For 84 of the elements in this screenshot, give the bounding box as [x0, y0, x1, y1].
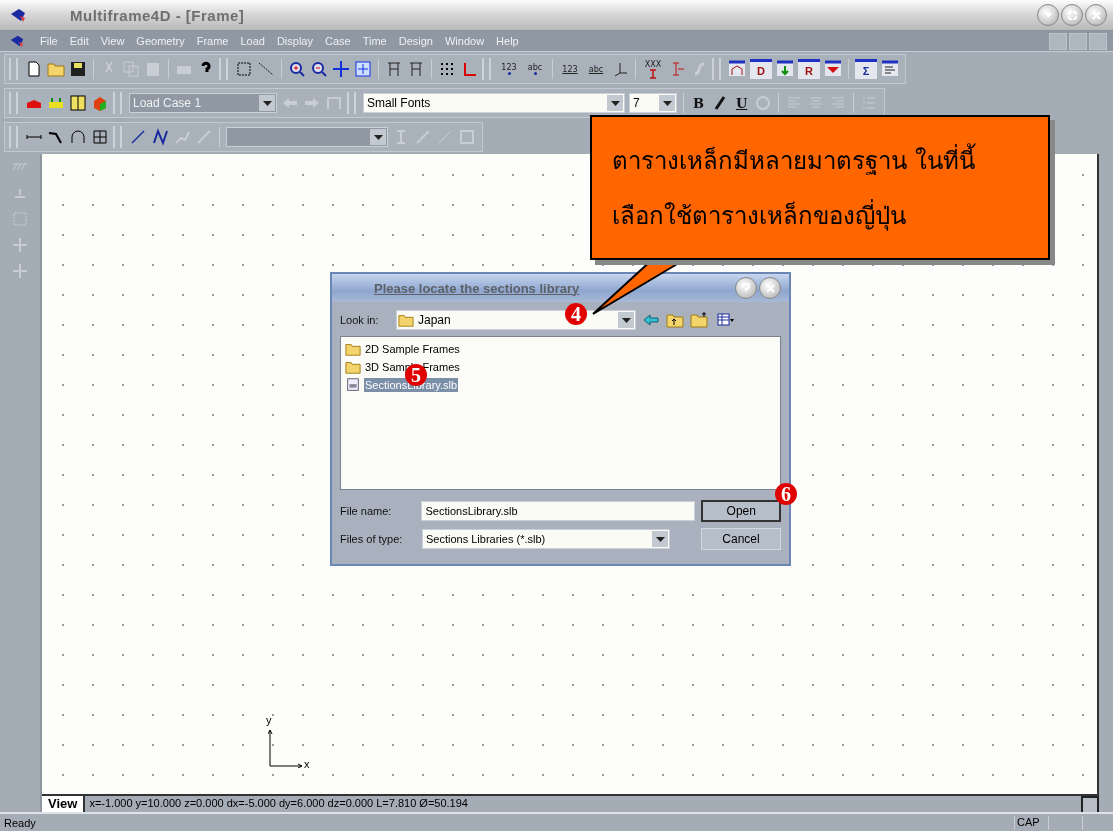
file-name-label: File name: — [340, 505, 393, 517]
minimize-button[interactable] — [1049, 32, 1067, 50]
view-tab[interactable]: View — [42, 796, 86, 812]
font-size-dropdown[interactable]: 7 — [629, 93, 677, 113]
coordinates-readout: x=-1.000 y=10.000 z=0.000 dx=-5.000 dy=6.000 dz=0.000 L=7.810 Ø=50.194 — [88, 796, 468, 811]
toolbar-grip[interactable] — [9, 92, 18, 114]
zoom-out-icon[interactable] — [310, 60, 328, 78]
fit-view-icon[interactable] — [354, 60, 372, 78]
file-type-label: Files of type: — [340, 533, 404, 545]
list-entry[interactable]: 2D Sample Frames — [364, 341, 461, 356]
window-title: Multiframe4D - [Frame] — [70, 6, 245, 24]
i-beam-icon — [649, 68, 657, 79]
axis-label: y — [266, 714, 272, 726]
design-tool-button[interactable]: D — [750, 59, 772, 79]
polyline-icon[interactable] — [151, 128, 169, 146]
close-button[interactable] — [759, 277, 781, 299]
look-in-label: Look in: — [340, 314, 380, 326]
dropdown-arrow-icon[interactable] — [373, 134, 383, 140]
design-tool-button[interactable]: Σ — [855, 59, 877, 79]
dot-icon — [507, 72, 511, 75]
panel-icon[interactable] — [69, 94, 87, 112]
dot-icon — [533, 72, 537, 75]
axis-label: x — [304, 758, 310, 770]
toolbar-grip[interactable] — [712, 58, 721, 80]
label-tool-button[interactable]: 123 — [498, 58, 520, 80]
close-button[interactable] — [1089, 32, 1107, 50]
font-dropdown[interactable]: Small Fonts — [363, 93, 625, 113]
new-file-icon[interactable] — [25, 60, 43, 78]
open-button[interactable]: Open — [701, 500, 781, 522]
close-button[interactable] — [1085, 4, 1107, 26]
save-icon[interactable] — [69, 60, 87, 78]
back-arrow-icon[interactable] — [642, 311, 660, 329]
toolbar-grip[interactable] — [219, 58, 228, 80]
help-button[interactable] — [735, 277, 757, 299]
dropdown-arrow-icon[interactable] — [610, 100, 620, 106]
line-icon[interactable] — [129, 128, 147, 146]
up-folder-icon[interactable] — [666, 311, 684, 329]
toolbar-grip[interactable] — [482, 58, 491, 80]
close-icon — [1091, 10, 1101, 20]
zoom-in-icon[interactable] — [288, 60, 306, 78]
file-type-dropdown[interactable]: Sections Libraries (*.slb) — [422, 529, 670, 549]
toolbar-grip[interactable] — [9, 126, 18, 148]
frame-icon[interactable] — [325, 94, 343, 112]
label-tool-button[interactable]: XXX — [642, 58, 664, 80]
move-arrows-icon[interactable] — [332, 60, 350, 78]
axes-drawing — [268, 728, 304, 768]
down-triangle-icon — [1043, 10, 1053, 20]
dot-grid-icon[interactable] — [438, 60, 456, 78]
dropdown-arrow-icon[interactable] — [662, 100, 672, 106]
grid-icon[interactable] — [91, 128, 109, 146]
folder-icon — [397, 312, 415, 328]
arch-icon[interactable] — [69, 128, 87, 146]
help-icon — [742, 283, 750, 293]
label-tool-button[interactable]: 123 — [559, 58, 581, 80]
maximize-button[interactable] — [1061, 4, 1083, 26]
file-icon — [344, 376, 362, 393]
new-folder-icon[interactable] — [690, 311, 708, 329]
expand-icon — [1067, 10, 1077, 20]
dropdown-arrow-icon[interactable] — [621, 317, 631, 323]
status-indicator: CAP — [1014, 815, 1045, 830]
dropdown-arrow-icon[interactable] — [655, 536, 665, 542]
dialog-title: Please locate the sections library — [374, 280, 580, 296]
cancel-button[interactable]: Cancel — [701, 528, 781, 550]
bold-button[interactable]: B — [690, 95, 707, 111]
minimize-button[interactable] — [1037, 4, 1059, 26]
file-name-field[interactable]: SectionsLibrary.slb — [421, 501, 696, 521]
design-tool-button[interactable]: R — [798, 59, 820, 79]
selection-rectangle-icon[interactable] — [235, 60, 253, 78]
toolbar-grip[interactable] — [347, 92, 356, 114]
status-text: Ready — [4, 816, 37, 829]
label-tool-button[interactable]: abc — [585, 58, 607, 80]
label-tool-button[interactable]: abc — [524, 58, 546, 80]
toolbar-grip[interactable] — [113, 92, 122, 114]
callout-text: เลือกใช้ตารางเหล็กของญี่ปุ่น — [612, 198, 907, 233]
toolbar-grip[interactable] — [9, 58, 18, 80]
toolbar-grip[interactable] — [113, 126, 122, 148]
frame-grid-icon[interactable] — [407, 60, 425, 78]
arch-frame-icon[interactable] — [728, 60, 746, 78]
restore-button[interactable] — [1069, 32, 1087, 50]
underline-button[interactable]: U — [733, 95, 751, 111]
report-icon[interactable] — [881, 60, 899, 78]
close-icon — [765, 283, 775, 293]
frame-grid-icon[interactable] — [385, 60, 403, 78]
dropdown-arrow-icon[interactable] — [262, 100, 272, 106]
